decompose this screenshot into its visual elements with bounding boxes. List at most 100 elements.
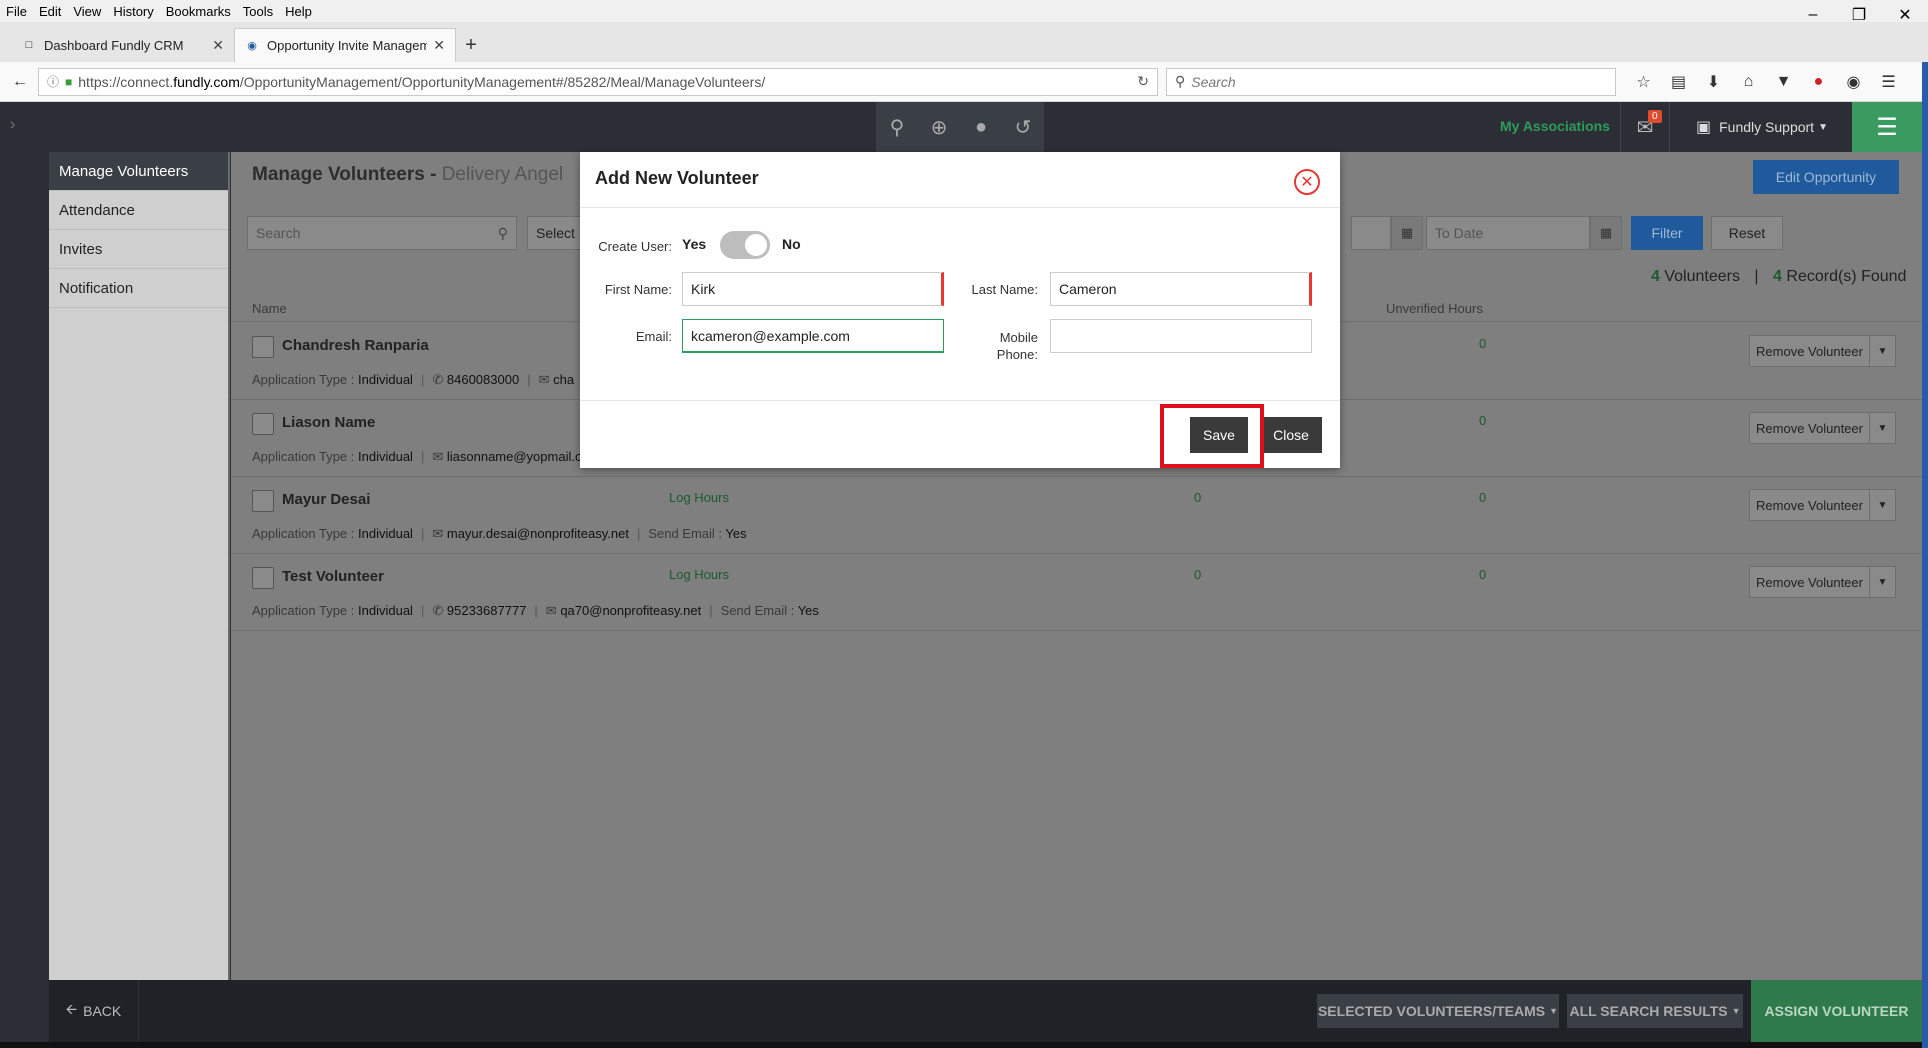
- browser-navbar: ← ⓘ ■ https://connect.fundly.com/Opportu…: [0, 62, 1928, 102]
- sidebar-item-invites[interactable]: Invites: [49, 230, 228, 269]
- id-card-icon: ▣: [1696, 119, 1712, 136]
- add-icon[interactable]: ⊕: [918, 102, 960, 152]
- menu-history[interactable]: History: [113, 4, 153, 19]
- selected-volunteers-button[interactable]: SELECTED VOLUNTEERS/TEAMS ▼: [1317, 994, 1559, 1028]
- app-header: › ⚲ ⊕ ● ↺ My Associations ✉ 0 ▣ Fundly S…: [0, 102, 1922, 152]
- log-hours-link[interactable]: Log Hours: [669, 567, 729, 582]
- star-icon[interactable]: ☆: [1626, 68, 1661, 96]
- expand-icon[interactable]: ›: [10, 116, 15, 134]
- extension-icon[interactable]: ◉: [1836, 68, 1871, 96]
- browser-search[interactable]: ⚲ Search: [1166, 67, 1616, 96]
- chevron-down-icon: ▼: [1731, 1006, 1741, 1016]
- last-name-field[interactable]: Cameron: [1050, 272, 1312, 306]
- browser-search-placeholder: Search: [1191, 73, 1236, 90]
- menu-bookmarks[interactable]: Bookmarks: [166, 4, 231, 19]
- column-unverified-hours[interactable]: Unverified Hours: [1386, 301, 1483, 316]
- menu-help[interactable]: Help: [285, 4, 312, 19]
- sidebar-item-attendance[interactable]: Attendance: [49, 191, 228, 230]
- menu-edit[interactable]: Edit: [39, 4, 61, 19]
- reload-icon[interactable]: ↻: [1137, 73, 1149, 90]
- column-name[interactable]: Name: [252, 301, 287, 316]
- volunteer-count: 4: [1651, 268, 1660, 285]
- create-user-label: Create User:: [598, 239, 672, 254]
- volunteer-name: Chandresh Ranparia: [282, 337, 429, 354]
- from-date-input[interactable]: [1351, 216, 1391, 250]
- table-row: Test Volunteer Log Hours 0 0 Application…: [231, 554, 1922, 631]
- calendar-icon[interactable]: ▦: [1590, 216, 1622, 250]
- close-icon[interactable]: ✕: [1294, 169, 1320, 195]
- sidebar-item-manage-volunteers[interactable]: Manage Volunteers: [49, 152, 228, 191]
- pocket-icon[interactable]: ▼: [1766, 68, 1801, 96]
- remove-volunteer-button[interactable]: Remove Volunteer ▼: [1749, 412, 1896, 444]
- menu-file[interactable]: File: [6, 4, 27, 19]
- home-icon[interactable]: ⌂: [1731, 68, 1766, 96]
- hamburger-menu-icon[interactable]: ☰: [1871, 68, 1906, 96]
- pinterest-icon[interactable]: ●: [1801, 68, 1836, 96]
- close-button[interactable]: Close: [1260, 417, 1322, 453]
- select-dropdown[interactable]: Select I: [527, 216, 587, 250]
- phone-icon: ✆: [432, 372, 444, 387]
- back-arrow-icon[interactable]: ←: [6, 68, 34, 96]
- chevron-down-icon[interactable]: ▼: [1869, 567, 1895, 597]
- volunteer-search-input[interactable]: Search ⚲: [247, 216, 517, 250]
- taskbar-strip: [0, 1042, 1922, 1048]
- arrow-left-icon: 🡨: [65, 1001, 78, 1017]
- url-bar[interactable]: ⓘ ■ https://connect.fundly.com/Opportuni…: [38, 67, 1158, 96]
- first-name-field[interactable]: Kirk: [682, 272, 944, 306]
- edit-opportunity-button[interactable]: Edit Opportunity: [1753, 160, 1899, 194]
- user-menu[interactable]: ▣ Fundly Support ▼: [1690, 102, 1840, 152]
- my-associations-link[interactable]: My Associations: [1500, 118, 1610, 134]
- phone-icon: ✆: [432, 603, 444, 618]
- assign-volunteer-button[interactable]: ASSIGN VOLUNTEER: [1751, 980, 1922, 1042]
- download-icon[interactable]: ⬇: [1696, 68, 1731, 96]
- calendar-icon[interactable]: ▦: [1391, 216, 1423, 250]
- all-search-results-button[interactable]: ALL SEARCH RESULTS ▼: [1567, 994, 1743, 1028]
- create-user-yes[interactable]: Yes: [682, 236, 706, 252]
- search-icon: ⚲: [497, 225, 508, 241]
- sidebar: Manage Volunteers Attendance Invites Not…: [49, 152, 230, 980]
- verified-hours: 0: [1194, 567, 1202, 582]
- row-checkbox[interactable]: [252, 336, 274, 358]
- row-checkbox[interactable]: [252, 567, 274, 589]
- menu-view[interactable]: View: [73, 4, 101, 19]
- tab-dashboard[interactable]: □ Dashboard Fundly CRM ✕: [12, 28, 234, 62]
- sidebar-item-notification[interactable]: Notification: [49, 269, 228, 308]
- new-tab-icon[interactable]: +: [456, 28, 486, 62]
- create-user-no[interactable]: No: [782, 236, 801, 252]
- row-checkbox[interactable]: [252, 490, 274, 512]
- search-icon[interactable]: ⚲: [876, 102, 918, 152]
- create-user-toggle[interactable]: [720, 231, 770, 259]
- remove-volunteer-button[interactable]: Remove Volunteer ▼: [1749, 335, 1896, 367]
- browser-menubar: File Edit View History Bookmarks Tools H…: [0, 0, 1928, 22]
- email-field[interactable]: kcameron@example.com: [682, 319, 944, 353]
- log-hours-link[interactable]: Log Hours: [669, 490, 729, 505]
- app-menu-icon[interactable]: ☰: [1852, 102, 1922, 152]
- mobile-phone-field[interactable]: [1050, 319, 1312, 353]
- filter-button[interactable]: Filter: [1631, 216, 1703, 250]
- record-count-label: Record(s) Found: [1786, 268, 1907, 285]
- mail-icon[interactable]: ✉: [1620, 102, 1670, 152]
- chevron-down-icon[interactable]: ▼: [1869, 490, 1895, 520]
- user-icon[interactable]: ●: [960, 102, 1002, 152]
- to-date-input[interactable]: To Date: [1426, 216, 1590, 250]
- envelope-icon: ✉: [538, 372, 550, 387]
- reading-list-icon[interactable]: ▤: [1661, 68, 1696, 96]
- scrollbar[interactable]: [1922, 62, 1928, 1048]
- table-row: Mayur Desai Log Hours 0 0 Application Ty…: [231, 477, 1922, 554]
- remove-volunteer-button[interactable]: Remove Volunteer ▼: [1749, 566, 1896, 598]
- reset-button[interactable]: Reset: [1711, 216, 1783, 250]
- close-icon[interactable]: ✕: [433, 37, 445, 54]
- info-icon[interactable]: ⓘ: [47, 73, 59, 90]
- result-counts: 4 Volunteers | 4 Record(s) Found: [1651, 268, 1906, 286]
- close-icon[interactable]: ✕: [212, 37, 224, 54]
- tab-opportunity[interactable]: ◉ Opportunity Invite Managem ✕: [234, 28, 456, 62]
- history-icon[interactable]: ↺: [1002, 102, 1044, 152]
- remove-volunteer-button[interactable]: Remove Volunteer ▼: [1749, 489, 1896, 521]
- back-button[interactable]: 🡨 BACK: [49, 980, 139, 1042]
- last-name-label: Last Name:: [971, 282, 1038, 297]
- row-checkbox[interactable]: [252, 413, 274, 435]
- menu-tools[interactable]: Tools: [243, 4, 273, 19]
- chevron-down-icon[interactable]: ▼: [1869, 336, 1895, 366]
- separator: |: [1754, 268, 1759, 285]
- chevron-down-icon[interactable]: ▼: [1869, 413, 1895, 443]
